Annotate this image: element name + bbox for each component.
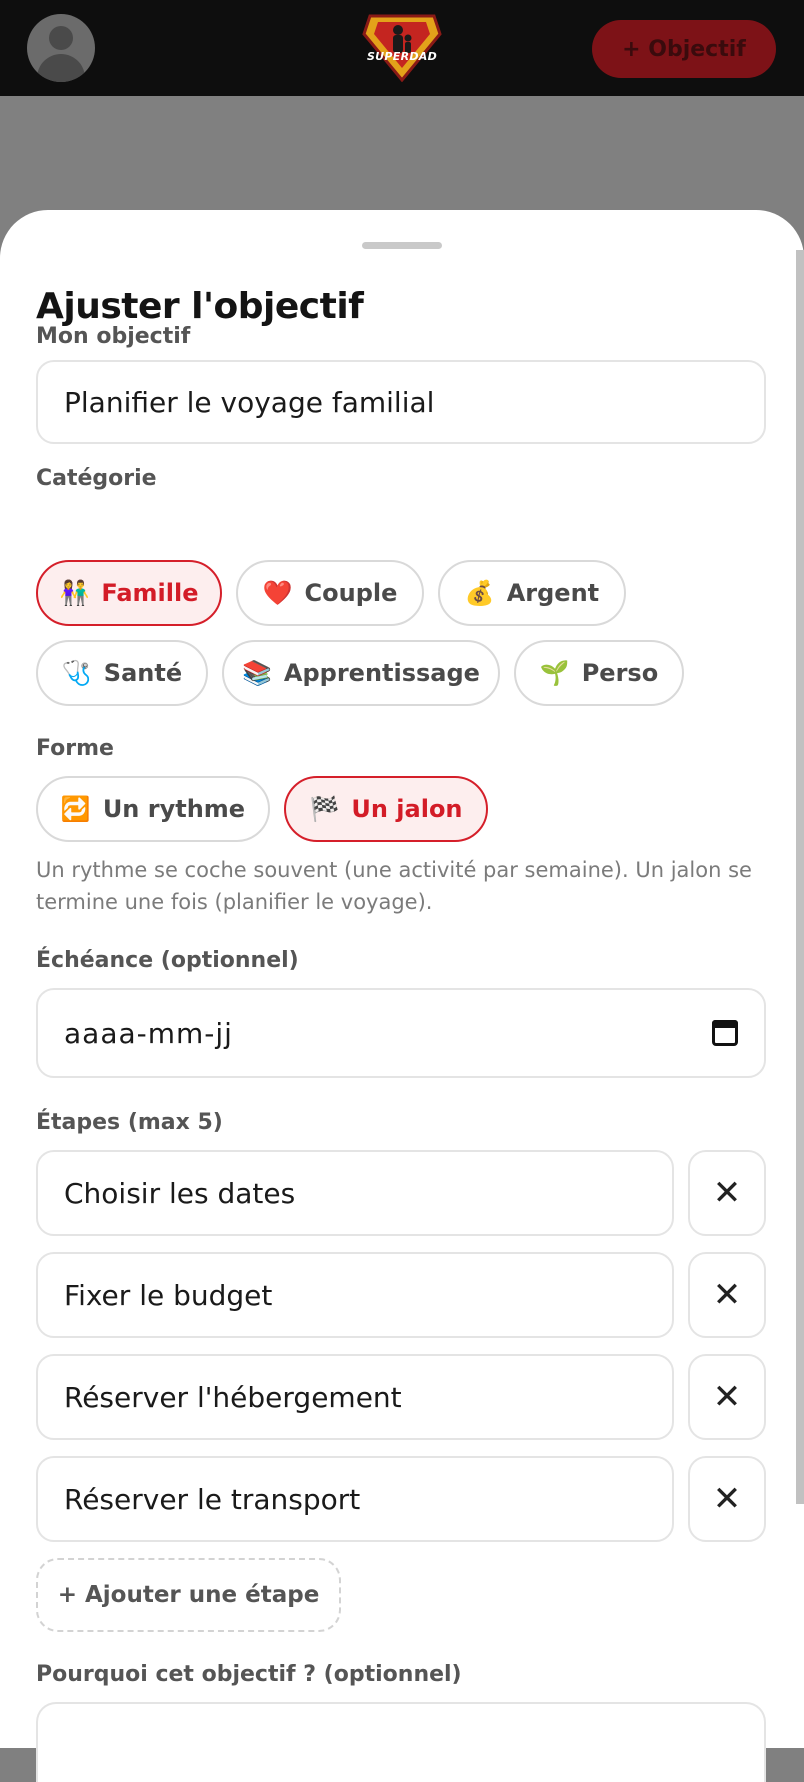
deadline-placeholder: aaaa-mm-jj <box>64 1016 233 1050</box>
step-input[interactable]: Choisir les dates <box>36 1150 674 1236</box>
remove-step-button[interactable]: ✕ <box>688 1456 766 1542</box>
deadline-date-input[interactable]: aaaa-mm-jj <box>36 988 766 1078</box>
category-chip-famille[interactable]: 👫 Famille <box>36 560 222 626</box>
why-textarea[interactable] <box>36 1702 766 1782</box>
close-icon: ✕ <box>712 1377 742 1417</box>
avatar-body <box>37 54 85 82</box>
stethoscope-icon: 🩺 <box>61 659 92 687</box>
avatar-head <box>49 26 73 50</box>
step-input[interactable]: Réserver le transport <box>36 1456 674 1542</box>
avatar[interactable] <box>27 14 95 82</box>
heart-icon: ❤️ <box>262 579 293 607</box>
chip-label: Santé <box>103 659 183 687</box>
category-chip-perso[interactable]: 🌱 Perso <box>514 640 684 706</box>
sheet-scrollbar[interactable] <box>796 250 804 1504</box>
remove-step-button[interactable]: ✕ <box>688 1354 766 1440</box>
objective-input[interactable]: Planifier le voyage familial <box>36 360 766 444</box>
step-input[interactable]: Fixer le budget <box>36 1252 674 1338</box>
form-hint: Un rythme se coche souvent (une activité… <box>36 858 752 914</box>
category-label: Catégorie <box>36 466 157 491</box>
add-step-button[interactable]: + Ajouter une étape <box>36 1558 341 1632</box>
category-chip-sante[interactable]: 🩺 Santé <box>36 640 208 706</box>
close-icon: ✕ <box>712 1479 742 1519</box>
remove-step-button[interactable]: ✕ <box>688 1150 766 1236</box>
form-label: Forme <box>36 736 114 761</box>
chip-label: Un jalon <box>351 795 463 823</box>
books-icon: 📚 <box>242 659 272 687</box>
chip-label: Famille <box>101 579 199 607</box>
calendar-icon[interactable] <box>712 1020 738 1046</box>
checkered-flag-icon: 🏁 <box>309 795 340 823</box>
sheet-drag-handle[interactable] <box>362 242 442 249</box>
close-icon: ✕ <box>712 1275 742 1315</box>
sheet-title: Ajuster l'objectif <box>36 286 364 327</box>
logo-text: SUPERDAD <box>366 50 438 63</box>
form-chip-rythme[interactable]: 🔁 Un rythme <box>36 776 270 842</box>
chip-label: Perso <box>581 659 659 687</box>
family-icon: 👫 <box>59 579 90 607</box>
remove-step-button[interactable]: ✕ <box>688 1252 766 1338</box>
steps-label: Étapes (max 5) <box>36 1110 223 1135</box>
repeat-icon: 🔁 <box>60 795 91 823</box>
close-icon: ✕ <box>712 1173 742 1213</box>
logo-shield-icon <box>362 14 442 83</box>
why-label: Pourquoi cet objectif ? (optionnel) <box>36 1662 462 1687</box>
superdad-logo: SUPERDAD <box>362 12 442 83</box>
chip-label: Couple <box>304 579 398 607</box>
category-chip-argent[interactable]: 💰 Argent <box>438 560 626 626</box>
add-objective-button[interactable]: + Objectif <box>592 20 776 78</box>
category-chip-couple[interactable]: ❤️ Couple <box>236 560 424 626</box>
category-chip-apprentissage[interactable]: 📚 Apprentissage <box>222 640 500 706</box>
edit-objective-sheet: Ajuster l'objectif Mon objectif Planifie… <box>0 210 804 1782</box>
form-chip-jalon[interactable]: 🏁 Un jalon <box>284 776 488 842</box>
chip-label: Apprentissage <box>283 659 480 687</box>
seedling-icon: 🌱 <box>539 659 570 687</box>
chip-label: Argent <box>506 579 600 607</box>
objective-label: Mon objectif <box>36 324 191 349</box>
money-bag-icon: 💰 <box>464 579 495 607</box>
top-bar: SUPERDAD + Objectif <box>0 0 804 96</box>
deadline-label: Échéance (optionnel) <box>36 948 299 973</box>
chip-label: Un rythme <box>102 795 246 823</box>
step-input[interactable]: Réserver l'hébergement <box>36 1354 674 1440</box>
